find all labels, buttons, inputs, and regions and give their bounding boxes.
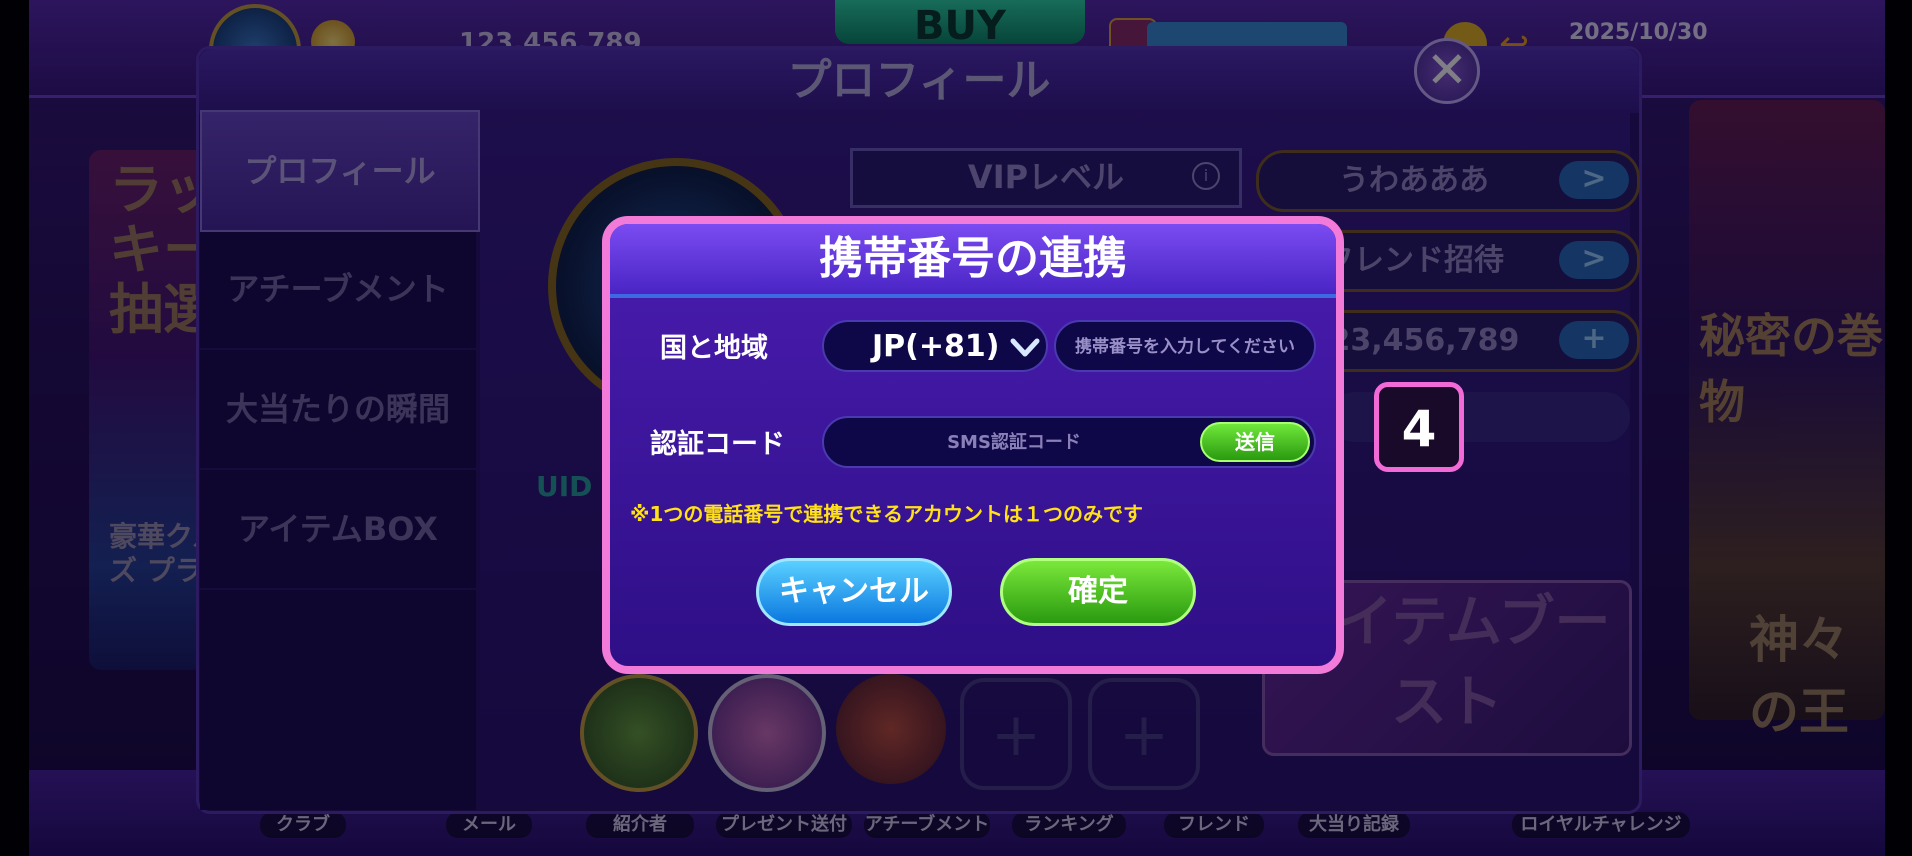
country-value: JP(+81) bbox=[872, 329, 1000, 364]
phone-number-input[interactable]: 携帯番号を入力してください bbox=[1054, 320, 1316, 372]
dialog-title: 携帯番号の連携 bbox=[819, 233, 1127, 284]
country-select[interactable]: JP(+81) bbox=[822, 320, 1048, 372]
chevron-down-icon bbox=[1010, 338, 1040, 357]
notice-text: ※1つの電話番号で連携できるアカウントは１つのみです bbox=[630, 502, 1143, 526]
send-code-button[interactable]: 送信 bbox=[1200, 422, 1310, 462]
dialog-header: 携帯番号の連携 bbox=[610, 224, 1336, 298]
region-label: 国と地域 bbox=[660, 333, 768, 364]
verification-code-label: 認証コード bbox=[650, 429, 785, 460]
phone-link-dialog: 携帯番号の連携 国と地域 JP(+81) 携帯番号を入力してください 認証コード… bbox=[602, 216, 1344, 674]
confirm-button[interactable]: 確定 bbox=[1000, 558, 1196, 626]
step-number-badge: 4 bbox=[1374, 382, 1464, 472]
cancel-button[interactable]: キャンセル bbox=[756, 558, 952, 626]
